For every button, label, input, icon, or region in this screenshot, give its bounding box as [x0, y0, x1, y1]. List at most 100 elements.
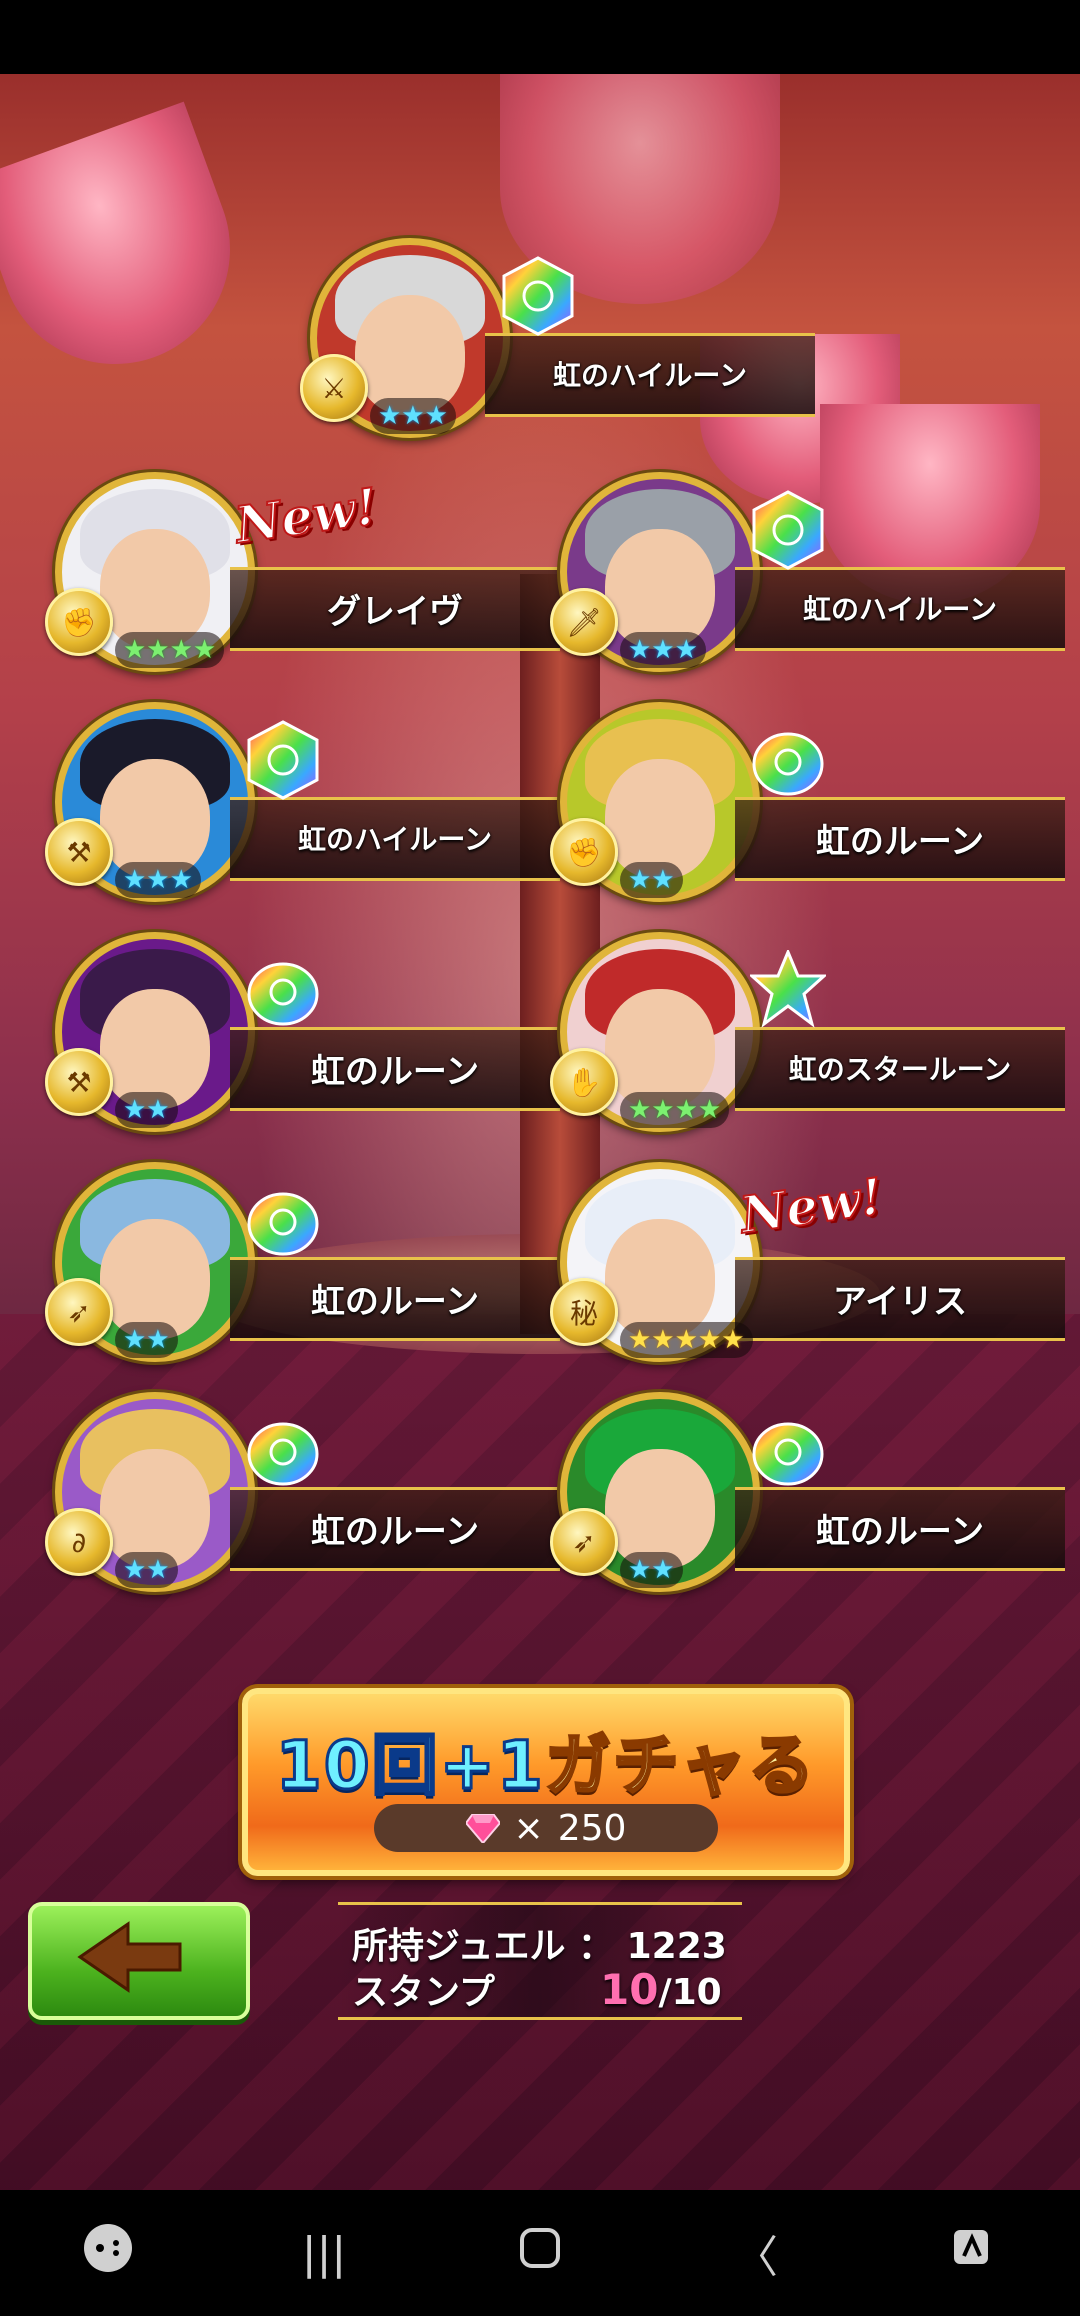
- system-nav-bar: ||| 〈: [0, 2190, 1080, 2316]
- character-face: [605, 759, 715, 879]
- reward-label-band: グレイヴ: [230, 567, 560, 651]
- element-badge-icon: 秘: [550, 1278, 618, 1346]
- rarity-stars: ★★★★: [620, 1092, 730, 1128]
- rarity-stars: ★★★★★: [620, 1322, 753, 1358]
- reward-card[interactable]: 虹のスタールーン ✋ ★★★★: [550, 932, 1065, 1132]
- character-face: [100, 529, 210, 649]
- rune-icon: [247, 1192, 319, 1256]
- element-badge-icon: ✋: [550, 1048, 618, 1116]
- rarity-stars: ★★★: [115, 862, 201, 898]
- jewel-separator: ：: [578, 1926, 615, 1967]
- character-face: [355, 295, 465, 415]
- reward-name: 虹のルーン: [815, 1512, 985, 1552]
- reward-name: 虹のスタールーン: [788, 1053, 1012, 1086]
- reward-name: 虹のルーン: [815, 822, 985, 862]
- rarity-stars: ★★: [620, 1552, 683, 1588]
- reward-card[interactable]: 虹のルーン ➶ ★★: [45, 1162, 560, 1362]
- reward-name: 虹のルーン: [310, 1052, 480, 1092]
- jewel-icon: [465, 1814, 500, 1843]
- rarity-stars: ★★★: [370, 398, 456, 434]
- rarity-stars: ★★: [115, 1322, 178, 1358]
- jewel-label: 所持ジュエル: [352, 1926, 566, 1967]
- reward-card[interactable]: 虹のルーン ⚒ ★★: [45, 932, 560, 1132]
- reward-name: グレイヴ: [327, 592, 463, 632]
- reward-label-band: 虹のハイルーン: [485, 333, 815, 417]
- element-badge-icon: ⚒: [45, 1048, 113, 1116]
- stamp-current: 10: [600, 1965, 659, 2014]
- reward-label-band: 虹のハイルーン: [230, 797, 560, 881]
- element-badge-icon: ➶: [550, 1508, 618, 1576]
- rune-icon: [750, 950, 826, 1028]
- back-button[interactable]: [28, 1902, 250, 2020]
- cost-value: 250: [557, 1807, 627, 1849]
- reward-name: 虹のハイルーン: [552, 359, 748, 392]
- gacha-cost: × 250: [374, 1804, 718, 1852]
- status-bar: [0, 0, 1080, 74]
- reward-name: 虹のルーン: [310, 1512, 480, 1552]
- character-face: [605, 989, 715, 1109]
- reward-card[interactable]: 虹のルーン ✊ ★★: [550, 702, 1065, 902]
- reward-card[interactable]: アイリス New! 秘 ★★★★★: [550, 1162, 1065, 1362]
- reward-name: 虹のハイルーン: [802, 593, 998, 626]
- character-face: [605, 529, 715, 649]
- character-face: [100, 1219, 210, 1339]
- character-face: [100, 759, 210, 879]
- reward-label-band: 虹のルーン: [230, 1257, 560, 1341]
- reward-card[interactable]: 虹のハイルーン 🗡 ★★★: [550, 472, 1065, 672]
- stamp-row: スタンプ 10/10: [352, 1963, 722, 2015]
- reward-card[interactable]: 虹のルーン ∂ ★★: [45, 1392, 560, 1592]
- gacha-10plus1-button[interactable]: 10回+1ガチャる × 250: [242, 1688, 850, 1876]
- reward-name: 虹のルーン: [310, 1282, 480, 1322]
- element-badge-icon: ✊: [550, 818, 618, 886]
- home-button[interactable]: [490, 2226, 590, 2281]
- gacha-title-text: ガチャる: [543, 1726, 817, 1806]
- currency-info: 所持ジュエル ： 1223 スタンプ 10/10: [338, 1902, 742, 2020]
- element-badge-icon: ∂: [45, 1508, 113, 1576]
- rune-icon: [752, 1422, 824, 1486]
- rune-icon: [247, 962, 319, 1026]
- reward-card[interactable]: 虹のハイルーン ⚒ ★★★: [45, 702, 560, 902]
- reward-name: 虹のハイルーン: [297, 823, 493, 856]
- arrow-left-icon: [77, 1921, 182, 1993]
- character-face: [100, 989, 210, 1109]
- element-badge-icon: ✊: [45, 588, 113, 656]
- rune-icon: [752, 490, 824, 570]
- element-badge-icon: ➶: [45, 1278, 113, 1346]
- back-nav-button[interactable]: 〈: [706, 2221, 806, 2285]
- rarity-stars: ★★★★: [115, 632, 225, 668]
- stamp-label: スタンプ: [352, 1972, 495, 2013]
- reward-card[interactable]: 虹のルーン ➶ ★★: [550, 1392, 1065, 1592]
- assist-icon[interactable]: [922, 2226, 1022, 2281]
- stamp-total: /10: [658, 1972, 722, 2013]
- reward-label-band: 虹のスタールーン: [735, 1027, 1065, 1111]
- rarity-stars: ★★: [620, 862, 683, 898]
- reward-label-band: 虹のルーン: [735, 797, 1065, 881]
- character-face: [100, 1449, 210, 1569]
- lamp-decoration: [0, 101, 263, 397]
- new-tag: New!: [736, 1165, 887, 1245]
- rune-icon: [247, 1422, 319, 1486]
- new-tag: New!: [231, 475, 382, 555]
- rarity-stars: ★★: [115, 1092, 178, 1128]
- reward-card[interactable]: 虹のハイルーン ⚔ ★★★: [300, 238, 815, 438]
- reward-label-band: 虹のルーン: [230, 1487, 560, 1571]
- rune-icon: [247, 720, 319, 800]
- character-face: [605, 1219, 715, 1339]
- gacha-title-count: 10回+1: [274, 1726, 545, 1806]
- reward-card[interactable]: グレイヴ New! ✊ ★★★★: [45, 472, 560, 672]
- jewel-row: 所持ジュエル ： 1223: [352, 1917, 727, 1969]
- rarity-stars: ★★★: [620, 632, 706, 668]
- recents-button[interactable]: |||: [274, 2228, 374, 2279]
- element-badge-icon: 🗡: [550, 588, 618, 656]
- character-face: [605, 1449, 715, 1569]
- gamepad-icon[interactable]: [58, 2221, 158, 2286]
- reward-label-band: 虹のハイルーン: [735, 567, 1065, 651]
- reward-label-band: アイリス: [735, 1257, 1065, 1341]
- reward-name: アイリス: [832, 1282, 968, 1322]
- rune-icon: [502, 256, 574, 336]
- reward-label-band: 虹のルーン: [230, 1027, 560, 1111]
- reward-label-band: 虹のルーン: [735, 1487, 1065, 1571]
- jewel-value: 1223: [626, 1926, 727, 1967]
- rune-icon: [752, 732, 824, 796]
- rarity-stars: ★★: [115, 1552, 178, 1588]
